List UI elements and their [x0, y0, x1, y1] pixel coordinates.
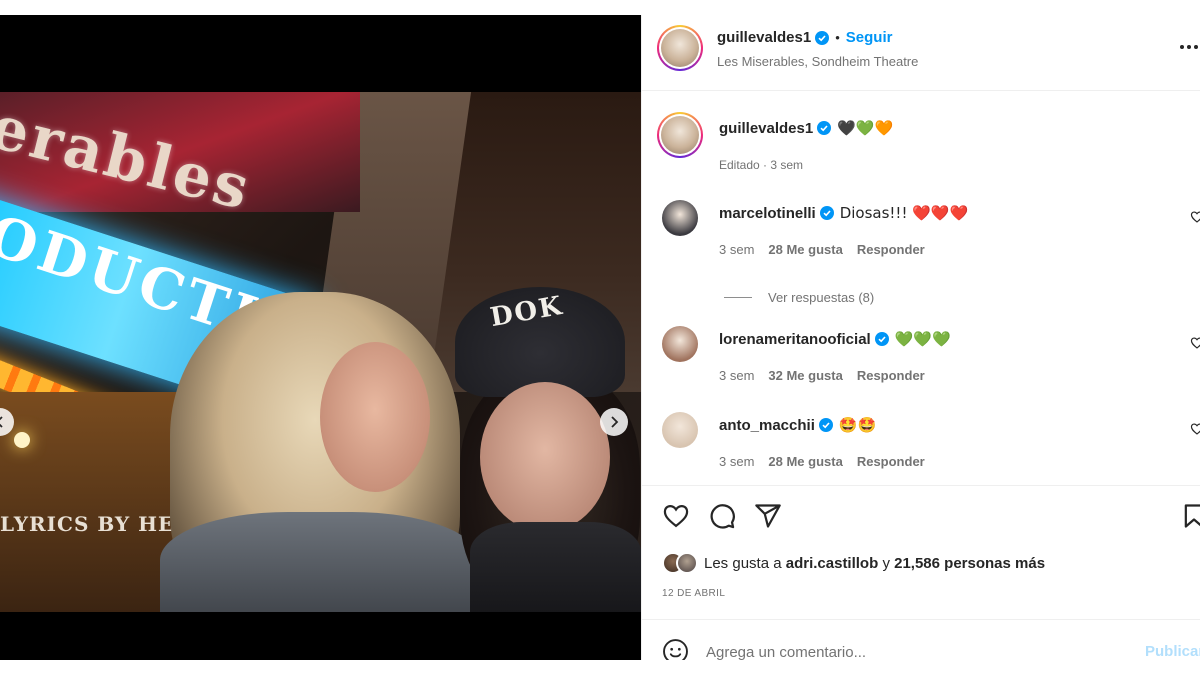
comment-row: marcelotinelli Diosas!!! ❤️❤️❤️ — [719, 204, 968, 222]
more-dot — [1180, 45, 1184, 49]
likers-avatars — [662, 552, 698, 574]
comment-meta: 3 sem 28 Me gusta Responder — [719, 242, 925, 257]
post-side-panel: guillevaldes1 • Seguir Les Miserables, S… — [641, 15, 1200, 666]
view-replies-button[interactable]: Ver respuestas (8) — [724, 290, 874, 305]
photo-person-1-coat — [160, 512, 480, 612]
comment-icon[interactable] — [708, 502, 736, 530]
comment-time[interactable]: 3 sem — [719, 242, 754, 257]
comment-like-heart-icon[interactable] — [1190, 210, 1200, 224]
heart-icon[interactable] — [662, 502, 690, 530]
comment-meta: 3 sem 32 Me gusta Responder — [719, 368, 925, 383]
comment-text: Diosas!!! ❤️❤️❤️ — [839, 204, 969, 222]
chevron-left-icon — [0, 416, 3, 428]
follow-button[interactable]: Seguir — [846, 29, 893, 46]
header-separator: • — [835, 30, 840, 45]
post-actions — [642, 485, 1200, 545]
caption-row: guillevaldes1 🖤💚🧡 — [719, 119, 893, 137]
commenter-avatar[interactable] — [662, 326, 698, 362]
likes-others-link[interactable]: 21,586 personas más — [894, 555, 1045, 572]
verified-badge-icon — [874, 332, 889, 346]
likes-user-link[interactable]: adri.castillob — [786, 555, 879, 572]
photo-person-1-face — [320, 342, 430, 492]
comment-item: marcelotinelli Diosas!!! ❤️❤️❤️ 3 sem 28 Me… — [642, 200, 1200, 280]
author-avatar[interactable] — [657, 25, 703, 71]
comment-row: lorenameritanooficial 💚💚💚 — [719, 330, 951, 348]
comment-likes[interactable]: 28 Me gusta — [768, 454, 842, 469]
comment-likes[interactable]: 28 Me gusta — [768, 242, 842, 257]
post-media: erables ODUCTIO LYRICS BY HERB DOK — [0, 15, 641, 660]
commenter-username[interactable]: anto_macchii — [719, 417, 815, 434]
comment-reply-button[interactable]: Responder — [857, 368, 925, 383]
comments-section: guillevaldes1 🖤💚🧡 Editado · 3 sem marcel… — [642, 92, 1200, 485]
comment-like-heart-icon[interactable] — [1190, 336, 1200, 350]
verified-badge-icon — [817, 121, 832, 135]
replies-line — [724, 297, 752, 298]
more-dot — [1187, 45, 1191, 49]
post-header: guillevaldes1 • Seguir Les Miserables, S… — [642, 15, 1200, 91]
caption-text: 🖤💚🧡 — [837, 119, 894, 137]
comment-likes[interactable]: 32 Me gusta — [768, 368, 842, 383]
frame-bottom — [0, 660, 1200, 675]
comment-item: anto_macchii 🤩🤩 3 sem 28 Me gusta Responder — [642, 412, 1200, 485]
caption-username[interactable]: guillevaldes1 — [719, 120, 813, 137]
header-user-row: guillevaldes1 • Seguir — [717, 29, 892, 46]
more-options-button[interactable] — [1180, 39, 1200, 55]
commenter-avatar[interactable] — [662, 412, 698, 448]
photo-lamp — [14, 432, 30, 448]
bookmark-icon[interactable] — [1180, 502, 1200, 530]
chevron-right-icon — [611, 416, 619, 428]
frame-top — [0, 0, 1200, 15]
comment-meta: 3 sem 28 Me gusta Responder — [719, 454, 925, 469]
commenter-username[interactable]: lorenameritanooficial — [719, 331, 871, 348]
comment-reply-button[interactable]: Responder — [857, 454, 925, 469]
comment-item: lorenameritanooficial 💚💚💚 3 sem 32 Me gusta… — [642, 326, 1200, 406]
more-dot — [1194, 45, 1198, 49]
comment-text: 💚💚💚 — [894, 330, 951, 348]
likes-summary: Les gusta a adri.castillob y 21,586 pers… — [662, 552, 1045, 574]
post-photo: erables ODUCTIO LYRICS BY HERB DOK — [0, 92, 641, 612]
comment-row: anto_macchii 🤩🤩 — [719, 416, 876, 434]
comment-text: 🤩🤩 — [838, 416, 877, 434]
publish-button[interactable]: Publicar — [1145, 643, 1200, 660]
view-replies-label: Ver respuestas (8) — [768, 290, 875, 305]
caption-avatar[interactable] — [657, 112, 703, 158]
liker-avatar[interactable] — [676, 552, 698, 574]
verified-badge-icon — [819, 206, 834, 220]
comment-time[interactable]: 3 sem — [719, 368, 754, 383]
photo-person-2-body — [470, 522, 641, 612]
caption-meta: Editado · 3 sem — [719, 158, 804, 172]
likes-conj: y — [882, 554, 890, 572]
carousel-next-button[interactable] — [600, 408, 628, 436]
comment-reply-button[interactable]: Responder — [857, 242, 925, 257]
verified-badge-icon — [818, 418, 833, 432]
comment-time[interactable]: 3 sem — [719, 454, 754, 469]
commenter-avatar[interactable] — [662, 200, 698, 236]
likes-prefix: Les gusta a — [704, 554, 782, 572]
photo-person-2-face — [480, 382, 610, 532]
post-date[interactable]: 12 DE ABRIL — [662, 588, 725, 599]
comment-like-heart-icon[interactable] — [1190, 422, 1200, 436]
verified-badge-icon — [815, 30, 830, 45]
post-location[interactable]: Les Miserables, Sondheim Theatre — [717, 54, 918, 69]
commenter-username[interactable]: marcelotinelli — [719, 205, 816, 222]
author-username[interactable]: guillevaldes1 — [717, 29, 811, 46]
send-icon[interactable] — [754, 502, 782, 530]
